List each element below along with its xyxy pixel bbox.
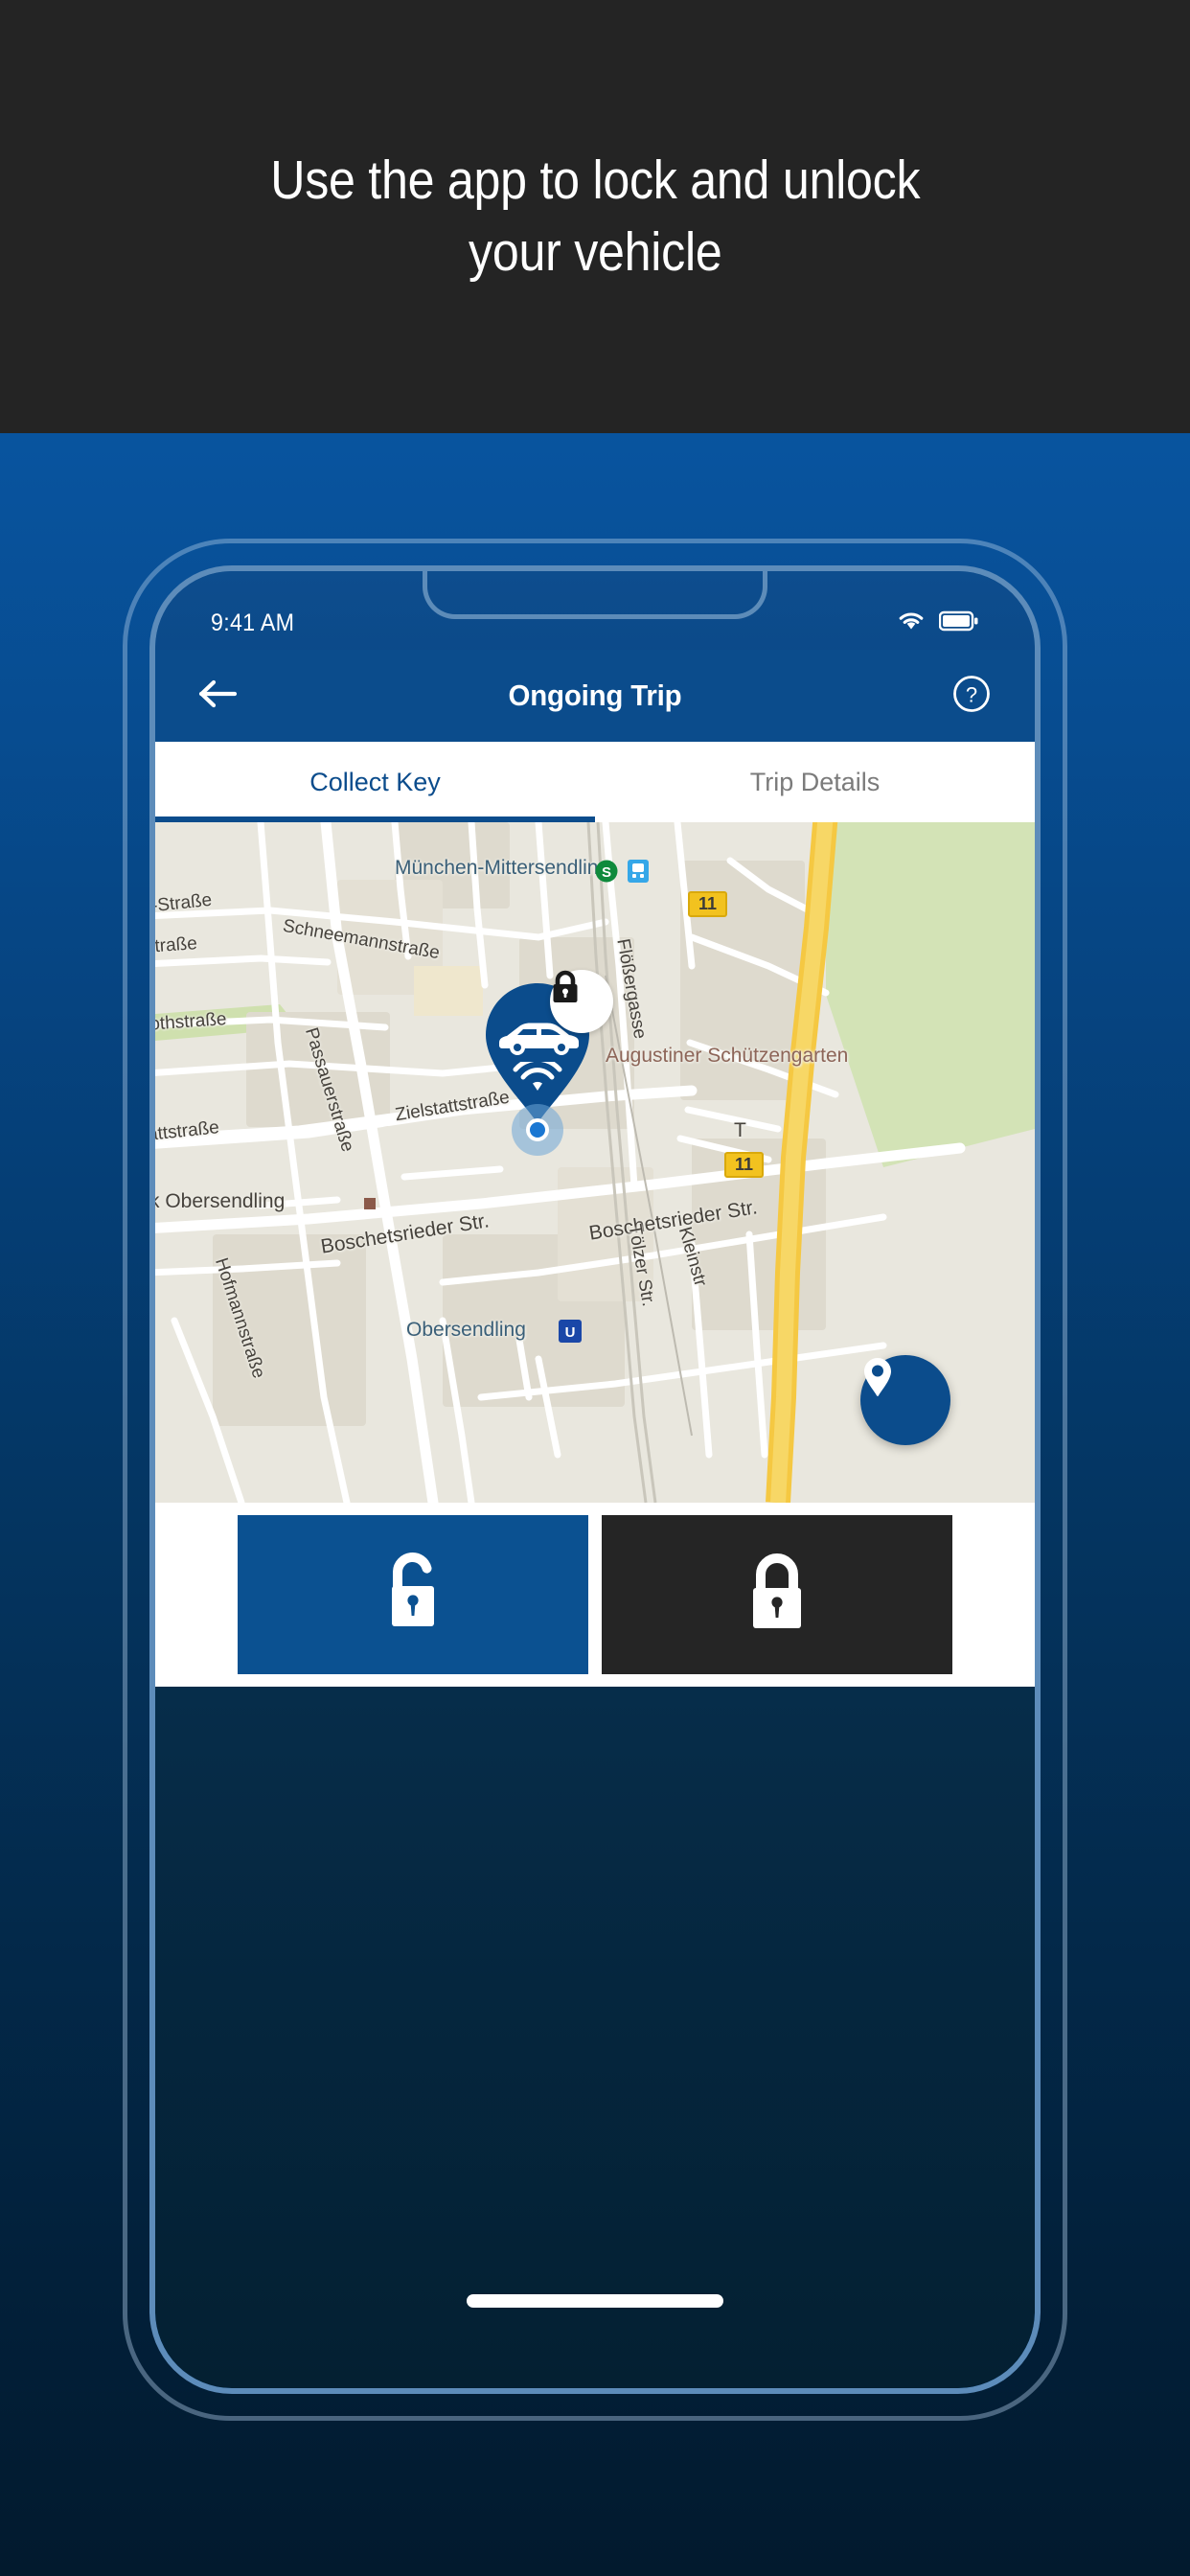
- lock-button[interactable]: [602, 1515, 952, 1674]
- map-view[interactable]: München-Mittersendling S -Straße straße …: [155, 822, 1035, 1503]
- tab-trip-details-label: Trip Details: [749, 767, 881, 796]
- screenshot-stage: Use the app to lock and unlock your vehi…: [0, 0, 1190, 2576]
- tab-collect-key[interactable]: Collect Key: [155, 742, 595, 822]
- vehicle-map-pin[interactable]: [471, 970, 625, 1156]
- phone-screen: 9:41 AM Ongoing Trip ? Collect Key Trip …: [155, 571, 1035, 2388]
- svg-text:U: U: [565, 1324, 576, 1341]
- wifi-icon: [897, 610, 926, 637]
- lock-status-badge: [550, 970, 613, 1033]
- phone-notch: [423, 571, 767, 619]
- status-indicators: [897, 610, 979, 637]
- tab-collect-key-label: Collect Key: [309, 767, 441, 796]
- help-button[interactable]: ?: [945, 669, 998, 723]
- poi-marker-square: [364, 1198, 376, 1209]
- phone-inner-frame: 9:41 AM Ongoing Trip ? Collect Key Trip …: [149, 565, 1041, 2394]
- padlock-closed-icon: [743, 1550, 812, 1641]
- back-arrow-icon: [198, 678, 239, 715]
- app-header: Ongoing Trip ?: [155, 650, 1035, 742]
- road-shield: 11: [688, 891, 728, 917]
- page-title: Ongoing Trip: [508, 678, 682, 712]
- road-shield: 11: [724, 1152, 765, 1178]
- svg-text:S: S: [602, 864, 611, 881]
- padlock-open-icon: [378, 1550, 447, 1641]
- status-time: 9:41 AM: [211, 609, 295, 636]
- lock-action-bar: [155, 1503, 1035, 1687]
- locate-button[interactable]: [860, 1355, 950, 1445]
- tab-bar: Collect Key Trip Details: [155, 742, 1035, 822]
- user-location-dot: [512, 1104, 563, 1156]
- home-indicator-bar[interactable]: [467, 2294, 723, 2308]
- back-button[interactable]: [192, 669, 245, 723]
- caption-text: Use the app to lock and unlock your vehi…: [269, 149, 921, 283]
- tab-trip-details[interactable]: Trip Details: [595, 742, 1035, 822]
- unlock-button[interactable]: [238, 1515, 588, 1674]
- svg-text:?: ?: [966, 682, 977, 706]
- battery-icon: [938, 610, 979, 636]
- help-circle-icon: ?: [951, 674, 992, 719]
- caption-band: Use the app to lock and unlock your vehi…: [0, 0, 1190, 433]
